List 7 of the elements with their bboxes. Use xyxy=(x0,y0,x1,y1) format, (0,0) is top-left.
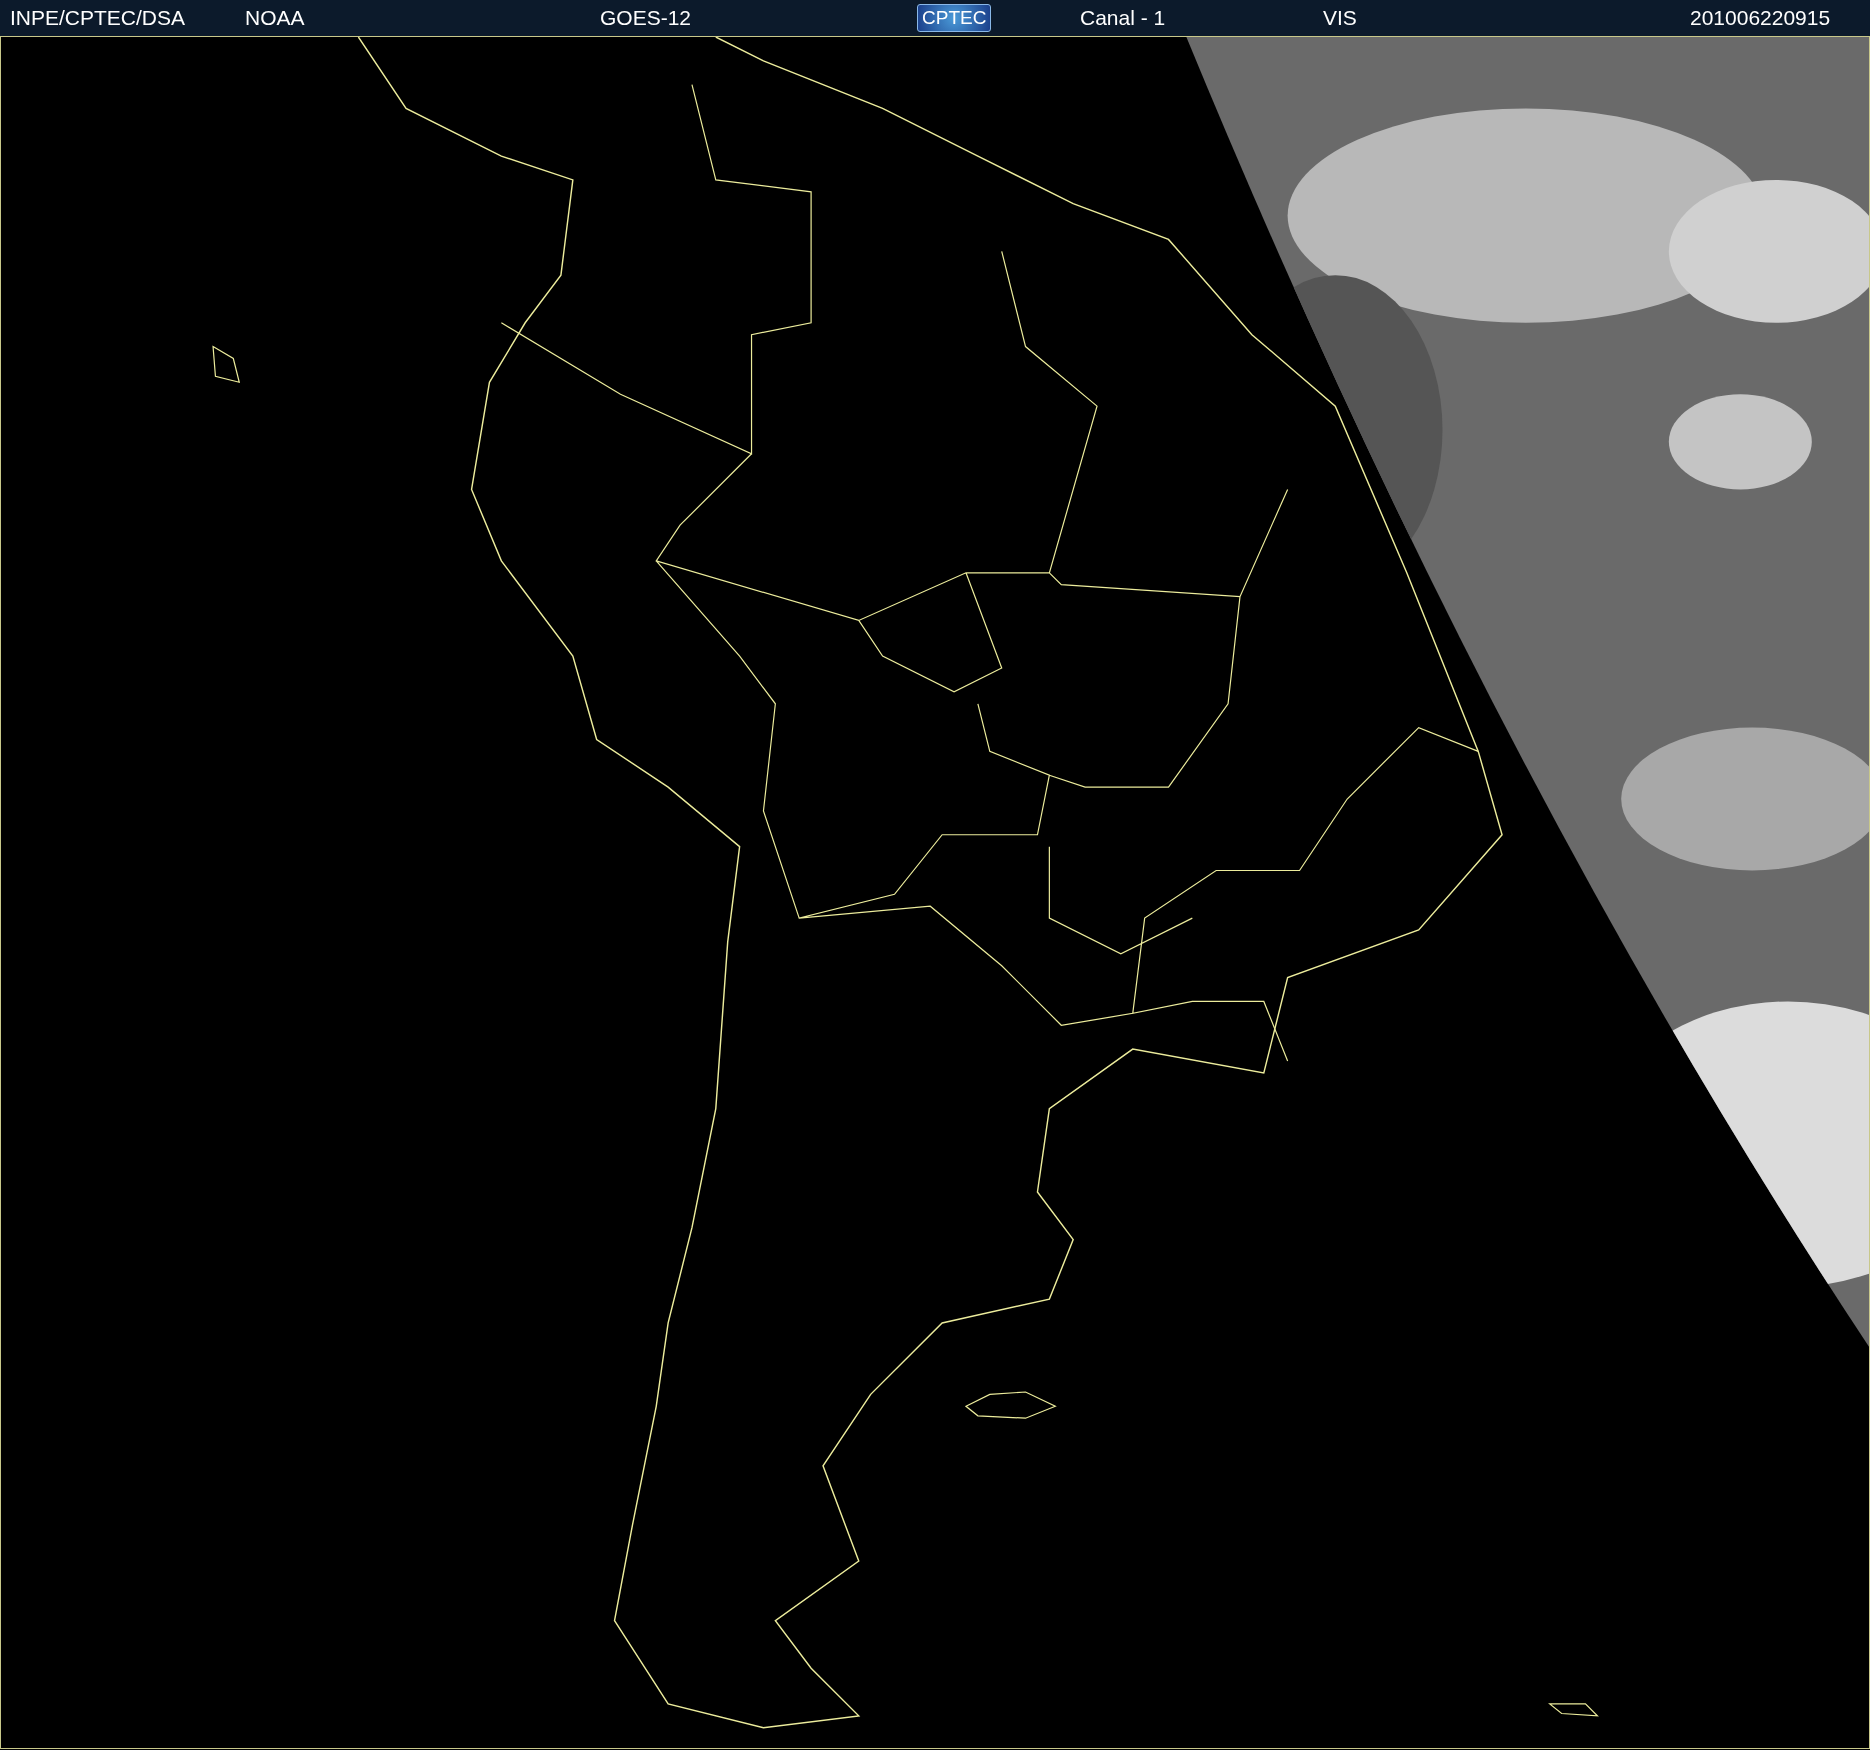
header-label: NOAA xyxy=(245,6,305,30)
header-label: INPE/CPTEC/DSA xyxy=(10,6,186,30)
logo: CPTEC xyxy=(917,4,992,32)
header-label: 201006220915 xyxy=(1690,6,1831,30)
header-label: Canal - 1 xyxy=(1080,6,1166,30)
header-label: VIS xyxy=(1323,6,1357,30)
header-label: GOES-12 xyxy=(600,6,692,30)
